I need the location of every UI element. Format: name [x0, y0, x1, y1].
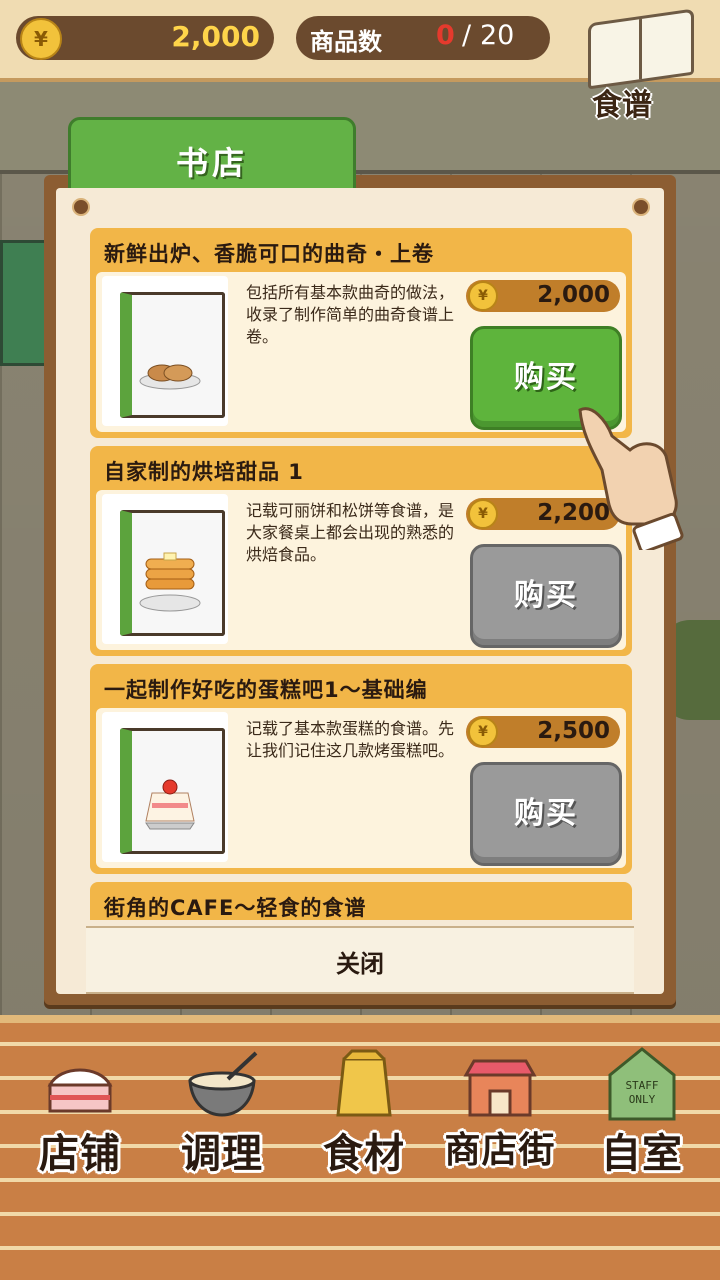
close-label: 关闭: [336, 950, 384, 978]
recipe-book-icon: [588, 8, 694, 90]
staff-door-icon: STAFF ONLY: [608, 1047, 676, 1121]
book-list[interactable]: 新鲜出炉、香脆可口的曲奇・上卷 包括所有基本款曲奇的做法，收录了制作简单的曲奇食…: [90, 228, 632, 920]
shop-icon: [463, 1059, 537, 1117]
recipe-book-button[interactable]: 食谱: [578, 8, 698, 123]
book-thumbnail: [102, 712, 228, 862]
book-price-value: 2,000: [537, 282, 610, 308]
staff-sign-text: STAFF: [625, 1079, 658, 1092]
cookies-icon: [139, 364, 201, 390]
buy-button[interactable]: 购买: [470, 762, 622, 866]
item-count-current: 0: [436, 20, 455, 51]
buy-button[interactable]: 购买: [470, 544, 622, 648]
flour-bag-icon: [336, 1049, 392, 1117]
book-thumbnail: [102, 494, 228, 644]
item-count-separator: /: [462, 20, 472, 51]
book-card: 新鲜出炉、香脆可口的曲奇・上卷 包括所有基本款曲奇的做法，收录了制作简单的曲奇食…: [90, 228, 632, 438]
nav-shop[interactable]: 店铺: [10, 1035, 150, 1195]
coin-amount: 2,000: [171, 20, 260, 53]
coin-icon: ¥: [468, 717, 498, 747]
book-card-body: 记载可丽饼和松饼等食谱，是大家餐桌上都会出现的熟悉的烘焙食品。 ¥ 2,200 …: [96, 490, 626, 650]
book-card-body: 包括所有基本款曲奇的做法，收录了制作简单的曲奇食谱上卷。 ¥ 2,000 购买: [96, 272, 626, 432]
bottom-nav: 店铺 调理 食材 商店街 STAFF ONLY 自室: [0, 1015, 720, 1280]
nail-icon: [72, 198, 90, 216]
nav-shopping-street[interactable]: 商店街: [430, 1035, 570, 1195]
book-card: 自家制的烘培甜品 1 记载可丽饼和松饼等食谱，是大家餐桌上都会出现的熟悉的烘焙食…: [90, 446, 632, 656]
recipe-book-cover-icon: [120, 728, 225, 854]
book-card: 一起制作好吃的蛋糕吧1～基础编 记载了基本款蛋糕的食谱。先让我们记住这几款烤蛋糕…: [90, 664, 632, 874]
nav-cooking-label: 调理: [181, 1131, 263, 1177]
book-title: 自家制的烘培甜品 1: [104, 460, 304, 484]
book-title: 一起制作好吃的蛋糕吧1～基础编: [104, 678, 428, 702]
book-price: ¥ 2,500: [466, 716, 620, 748]
item-count-total: 20: [480, 20, 515, 51]
item-count-label: 商品数: [310, 28, 382, 56]
book-description: 记载了基本款蛋糕的食谱。先让我们记住这几款烤蛋糕吧。: [246, 719, 455, 760]
nav-my-room[interactable]: STAFF ONLY 自室: [572, 1035, 712, 1195]
coin-icon: ¥: [468, 499, 498, 529]
coin-icon: ¥: [468, 281, 498, 311]
recipe-book-cover-icon: [120, 292, 225, 418]
recipe-book-cover-icon: [120, 510, 225, 636]
nail-icon: [632, 198, 650, 216]
book-title: 新鲜出炉、香脆可口的曲奇・上卷: [104, 242, 434, 266]
nav-ingredients-label: 食材: [323, 1131, 405, 1177]
nav-cooking[interactable]: 调理: [152, 1035, 292, 1195]
book-description: 包括所有基本款曲奇的做法，收录了制作简单的曲奇食谱上卷。: [246, 283, 455, 346]
tab-bookstore-label: 书店: [175, 144, 248, 182]
coin-icon: ¥: [20, 18, 62, 60]
pancakes-icon: [139, 552, 201, 612]
book-price-value: 2,500: [537, 718, 610, 744]
recipe-label: 食谱: [592, 88, 652, 123]
book-card: 街角的CAFE～轻食的食谱: [90, 882, 632, 920]
book-price: ¥ 2,000: [466, 280, 620, 312]
strawberry-cake-icon: [145, 779, 195, 830]
cake-icon: [47, 1068, 113, 1113]
item-count: 商品数 0 / 20: [296, 16, 550, 60]
nav-my-room-label: 自室: [601, 1131, 683, 1177]
nav-ingredients[interactable]: 食材: [294, 1035, 434, 1195]
book-card-body: 记载了基本款蛋糕的食谱。先让我们记住这几款烤蛋糕吧。 ¥ 2,500 购买: [96, 708, 626, 868]
nav-shopping-street-label: 商店街: [444, 1130, 556, 1171]
pointing-hand-icon: [578, 407, 684, 550]
book-thumbnail: [102, 276, 228, 426]
staff-sign-text: ONLY: [629, 1093, 656, 1106]
coin-balance: ¥ 2,000: [16, 16, 274, 60]
book-description: 记载可丽饼和松饼等食谱，是大家餐桌上都会出现的熟悉的烘焙食品。: [246, 501, 455, 564]
close-button[interactable]: 关闭: [86, 926, 634, 994]
book-title: 街角的CAFE～轻食的食谱: [104, 896, 367, 920]
nav-shop-label: 店铺: [39, 1131, 121, 1177]
mixing-bowl-icon: [188, 1051, 258, 1117]
